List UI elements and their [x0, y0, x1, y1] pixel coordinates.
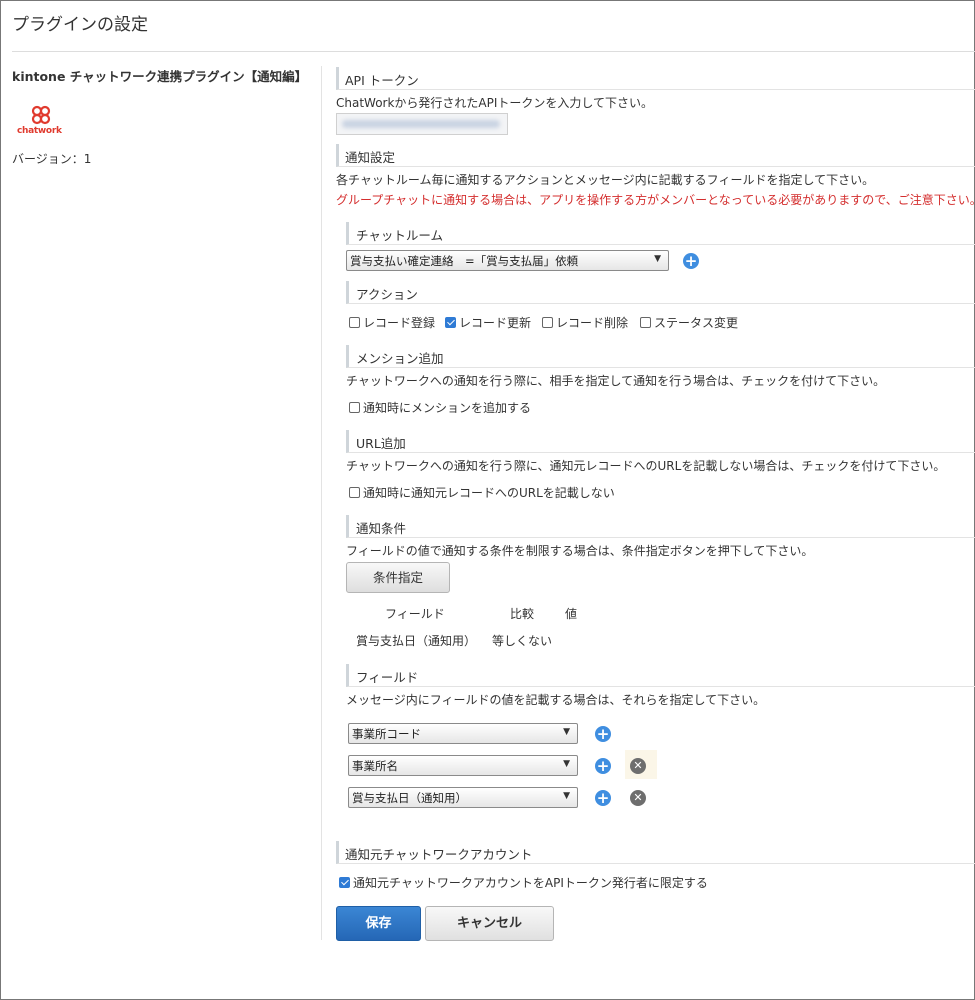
fields-heading: フィールド — [356, 670, 419, 685]
action-checkbox-status[interactable]: ステータス変更 — [640, 314, 738, 331]
api-token-section-header: API トークン — [336, 67, 975, 90]
api-token-input[interactable] — [336, 113, 508, 135]
action-label-delete: レコード削除 — [556, 316, 629, 330]
condition-button[interactable]: 条件指定 — [346, 562, 450, 593]
url-heading: URL追加 — [356, 436, 406, 451]
chevron-down-icon: ▼ — [563, 727, 570, 737]
mention-section-header: メンション追加 — [346, 345, 975, 368]
notify-warning: グループチャットに通知する場合は、アプリを操作する方がメンバーとなっている必要が… — [336, 193, 975, 207]
field-select-value: 事業所名 — [352, 759, 398, 773]
chevron-down-icon: ▼ — [654, 254, 661, 264]
add-field-icon[interactable]: + — [595, 758, 611, 774]
chevron-down-icon: ▼ — [563, 759, 570, 769]
mention-checkbox-label: 通知時にメンションを追加する — [363, 401, 532, 415]
url-description: チャットワークへの通知を行う際に、通知元レコードへのURLを記載しない場合は、チ… — [346, 459, 946, 473]
condition-col-field: フィールド — [385, 607, 445, 621]
action-section-header: アクション — [346, 281, 975, 304]
chatwork-logo-text: chatwork — [17, 126, 62, 136]
checkbox-source-account[interactable] — [339, 877, 350, 888]
checkbox-status[interactable] — [640, 317, 651, 328]
condition-description: フィールドの値で通知する条件を制限する場合は、条件指定ボタンを押下して下さい。 — [346, 544, 814, 558]
checkbox-update[interactable] — [445, 317, 456, 328]
source-account-checkbox-label: 通知元チャットワークアカウントをAPIトークン発行者に限定する — [353, 876, 708, 890]
field-select[interactable]: 事業所名 ▼ — [348, 755, 578, 776]
mention-description: チャットワークへの通知を行う際に、相手を指定して通知を行う場合は、チェックを付け… — [346, 374, 886, 388]
url-checkbox-label: 通知時に通知元レコードへのURLを記載しない — [363, 486, 615, 500]
action-heading: アクション — [356, 287, 418, 302]
save-button[interactable]: 保存 — [336, 906, 421, 941]
notify-section-header: 通知設定 — [336, 144, 975, 167]
field-select-value: 事業所コード — [352, 727, 421, 741]
url-checkbox[interactable]: 通知時に通知元レコードへのURLを記載しない — [349, 484, 615, 501]
checkbox-delete[interactable] — [542, 317, 553, 328]
chatroom-selected-value: 賞与支払い確定連絡 =「賞与支払届」依頼 — [350, 254, 579, 268]
condition-row-field: 賞与支払日（通知用） — [356, 634, 477, 648]
fields-description: メッセージ内にフィールドの値を記載する場合は、それらを指定して下さい。 — [346, 693, 766, 707]
notify-description: 各チャットルーム毎に通知するアクションとメッセージ内に記載するフィールドを指定し… — [336, 173, 875, 187]
chevron-down-icon: ▼ — [563, 791, 570, 801]
source-account-heading: 通知元チャットワークアカウント — [345, 847, 533, 862]
source-account-checkbox[interactable]: 通知元チャットワークアカウントをAPIトークン発行者に限定する — [339, 874, 708, 891]
chatroom-section-header: チャットルーム — [346, 222, 975, 245]
sidebar: kintone チャットワーク連携プラグイン【通知編】 chatwork バージ… — [12, 66, 312, 166]
condition-section-header: 通知条件 — [346, 515, 975, 538]
field-select-value: 賞与支払日（通知用） — [352, 791, 467, 805]
action-label-status: ステータス変更 — [654, 316, 739, 330]
condition-heading: 通知条件 — [356, 521, 407, 536]
plugin-version: バージョン：1 — [12, 152, 92, 166]
column-divider — [321, 66, 322, 940]
chatwork-logo-icon — [31, 105, 51, 125]
chatroom-heading: チャットルーム — [356, 228, 444, 243]
mention-heading: メンション追加 — [356, 351, 444, 366]
checkbox-url[interactable] — [349, 487, 360, 498]
plugin-name: kintone チャットワーク連携プラグイン【通知編】 — [12, 69, 308, 84]
condition-col-compare: 比較 — [510, 607, 535, 621]
action-label-update: レコード更新 — [459, 316, 532, 330]
add-field-icon[interactable]: + — [595, 726, 611, 742]
api-token-description: ChatWorkから発行されたAPIトークンを入力して下さい。 — [336, 96, 654, 110]
field-select[interactable]: 賞与支払日（通知用） ▼ — [348, 787, 578, 808]
page-title: プラグインの設定 — [12, 15, 148, 35]
action-checkbox-delete[interactable]: レコード削除 — [542, 314, 628, 331]
condition-row-compare: 等しくない — [492, 634, 553, 648]
notify-heading: 通知設定 — [345, 150, 396, 165]
api-token-heading: API トークン — [345, 73, 419, 88]
fields-section-header: フィールド — [346, 664, 975, 687]
chatroom-select[interactable]: 賞与支払い確定連絡 =「賞与支払届」依頼 ▼ — [346, 250, 669, 271]
masked-token-value — [342, 120, 500, 128]
add-field-icon[interactable]: + — [595, 790, 611, 806]
mention-checkbox[interactable]: 通知時にメンションを追加する — [349, 399, 531, 416]
action-checkbox-update[interactable]: レコード更新 — [445, 314, 531, 331]
title-divider — [12, 51, 975, 52]
action-label-create: レコード登録 — [363, 316, 436, 330]
action-checkbox-create[interactable]: レコード登録 — [349, 314, 435, 331]
remove-field-icon[interactable]: ✕ — [630, 758, 646, 774]
cancel-button[interactable]: キャンセル — [425, 906, 554, 941]
checkbox-mention[interactable] — [349, 402, 360, 413]
checkbox-create[interactable] — [349, 317, 360, 328]
remove-field-icon[interactable]: ✕ — [630, 790, 646, 806]
field-select[interactable]: 事業所コード ▼ — [348, 723, 578, 744]
condition-col-value: 値 — [565, 607, 578, 621]
url-section-header: URL追加 — [346, 430, 975, 453]
add-chatroom-icon[interactable]: + — [683, 253, 699, 269]
source-account-section-header: 通知元チャットワークアカウント — [336, 841, 975, 864]
